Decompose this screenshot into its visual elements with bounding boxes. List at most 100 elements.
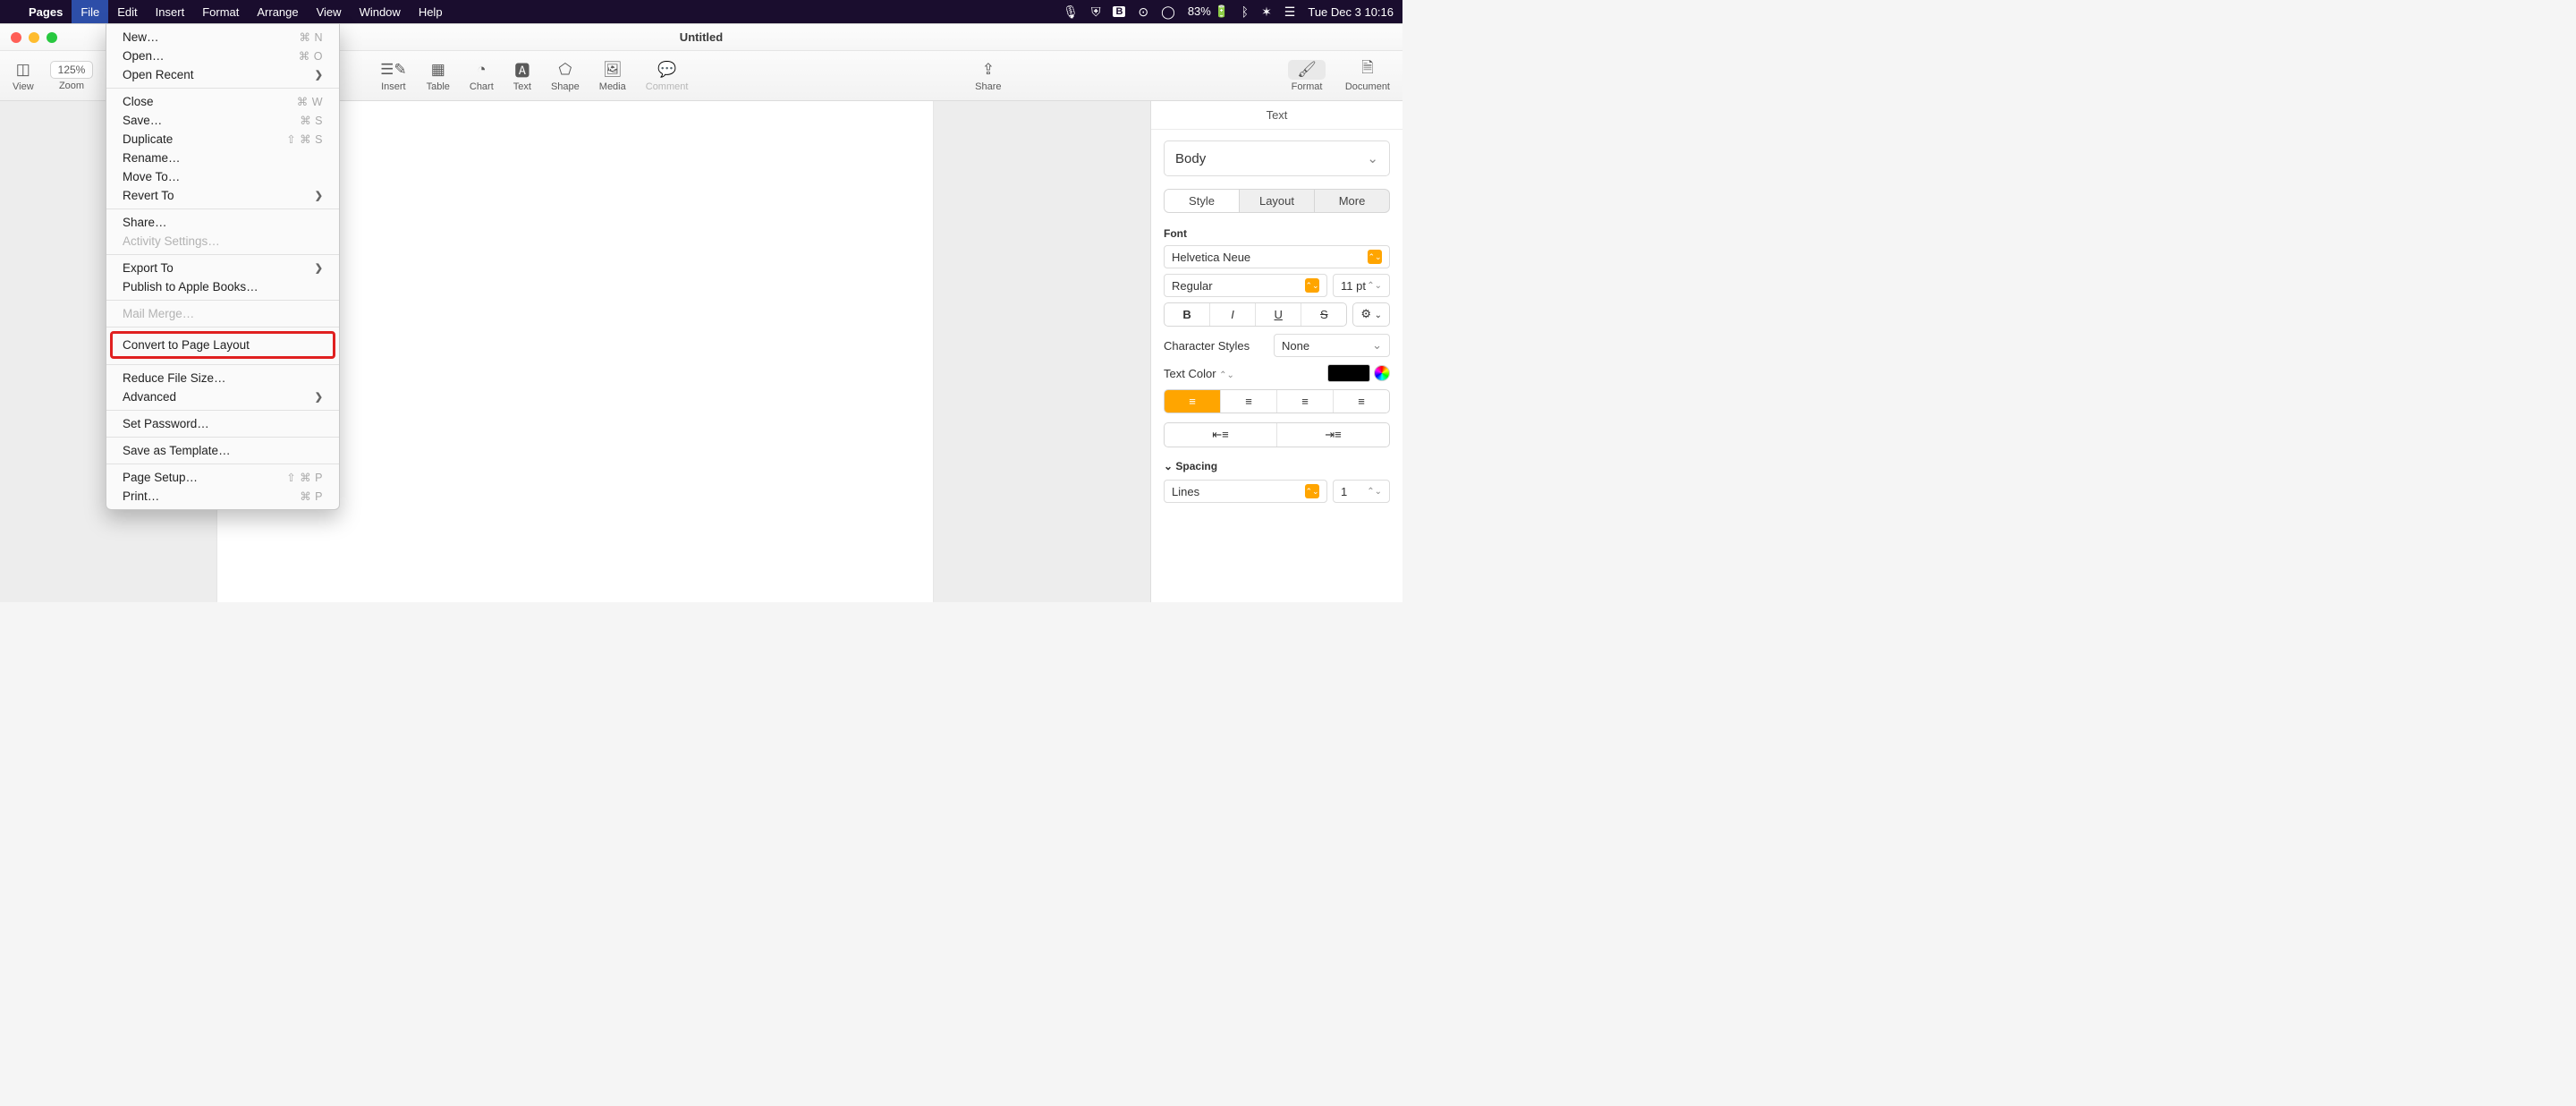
menu-item-set-password[interactable]: Set Password… — [106, 414, 339, 433]
menu-separator — [106, 300, 339, 301]
circle-icon[interactable]: ◯ — [1161, 4, 1175, 20]
close-button[interactable] — [11, 32, 21, 43]
app-b-icon[interactable]: B — [1113, 6, 1125, 17]
menu-item-open[interactable]: Open…⌘ O — [106, 47, 339, 65]
menu-item-move-to[interactable]: Move To… — [106, 167, 339, 186]
menu-item-export-to[interactable]: Export To❯ — [106, 259, 339, 277]
spacing-mode-select[interactable]: Lines ⌃⌄ — [1164, 480, 1327, 503]
insert-icon: ☰✎ — [380, 60, 406, 80]
shield-icon[interactable]: ⛨ — [1091, 4, 1101, 20]
menu-item-reduce-file-size[interactable]: Reduce File Size… — [106, 369, 339, 387]
menu-item-label: New… — [123, 30, 159, 44]
app-name[interactable]: Pages — [20, 5, 72, 19]
menu-item-advanced[interactable]: Advanced❯ — [106, 387, 339, 406]
menu-view[interactable]: View — [308, 0, 351, 23]
menu-item-label: Mail Merge… — [123, 307, 194, 320]
italic-button[interactable]: I — [1210, 303, 1256, 326]
sidebar-icon: ◫ — [16, 60, 30, 80]
file-menu-dropdown: New…⌘ NOpen…⌘ OOpen Recent❯Close⌘ WSave…… — [106, 23, 340, 510]
indent-button[interactable]: ⇥≡ — [1277, 423, 1389, 447]
share-button[interactable]: ⇪Share — [975, 60, 1001, 92]
menu-item-duplicate[interactable]: Duplicate⇧ ⌘ S — [106, 130, 339, 149]
menu-edit[interactable]: Edit — [108, 0, 146, 23]
menu-item-label: Convert to Page Layout — [123, 338, 250, 352]
mic-icon[interactable]: 🎙 — [1063, 4, 1079, 20]
menu-item-open-recent[interactable]: Open Recent ❯ — [106, 65, 339, 84]
media-button[interactable]: 🖼Media — [599, 60, 626, 92]
bluetooth-icon[interactable]: ᛒ — [1241, 4, 1249, 19]
menu-arrange[interactable]: Arrange — [248, 0, 307, 23]
tab-style[interactable]: Style — [1165, 190, 1240, 212]
menu-item-save-as-template[interactable]: Save as Template… — [106, 441, 339, 460]
menu-item-rename[interactable]: Rename… — [106, 149, 339, 167]
font-weight-select[interactable]: Regular ⌃⌄ — [1164, 274, 1327, 297]
outdent-button[interactable]: ⇤≡ — [1165, 423, 1277, 447]
menu-item-label: Move To… — [123, 170, 180, 183]
control-center-icon[interactable]: ☰ — [1284, 4, 1296, 20]
minimize-button[interactable] — [29, 32, 39, 43]
submenu-arrow-icon: ❯ — [315, 69, 323, 81]
zoom-value[interactable]: 125% — [50, 61, 94, 79]
menu-item-share[interactable]: Share… — [106, 213, 339, 232]
system-menubar: Pages File Edit Insert Format Arrange Vi… — [0, 0, 1402, 23]
font-family-select[interactable]: Helvetica Neue ⌃⌄ — [1164, 245, 1390, 268]
menu-window[interactable]: Window — [351, 0, 410, 23]
table-button[interactable]: ▦Table — [427, 60, 450, 92]
menu-item-print[interactable]: Print…⌘ P — [106, 487, 339, 506]
stepper-icon: ⌃⌄ — [1219, 370, 1234, 380]
menu-insert[interactable]: Insert — [147, 0, 194, 23]
align-left-button[interactable]: ≡ — [1165, 390, 1221, 413]
paragraph-style-select[interactable]: Body ⌄ — [1164, 140, 1390, 176]
menu-item-revert-to[interactable]: Revert To❯ — [106, 186, 339, 205]
character-styles-select[interactable]: None ⌄ — [1274, 334, 1390, 357]
table-icon: ▦ — [431, 60, 445, 80]
clock[interactable]: Tue Dec 3 10:16 — [1308, 5, 1394, 19]
strikethrough-button[interactable]: S — [1301, 303, 1346, 326]
spacing-value-field[interactable]: 1 ⌃⌄ — [1333, 480, 1390, 503]
menu-item-label: Rename… — [123, 151, 181, 165]
inspector-tabs: Style Layout More — [1164, 189, 1390, 213]
menu-item-new[interactable]: New…⌘ N — [106, 28, 339, 47]
spacing-disclosure[interactable]: ⌄ Spacing — [1164, 460, 1390, 472]
font-options-button[interactable]: ⚙︎ ⌄ — [1352, 302, 1390, 327]
align-center-button[interactable]: ≡ — [1221, 390, 1277, 413]
comment-button[interactable]: 💬Comment — [646, 60, 689, 92]
text-color-swatch[interactable] — [1327, 364, 1370, 382]
color-picker-button[interactable] — [1374, 365, 1390, 381]
format-inspector-button[interactable]: 🖌Format — [1288, 60, 1326, 92]
view-button[interactable]: ◫ View — [13, 60, 34, 92]
zoom-control[interactable]: 125% Zoom — [50, 61, 94, 91]
media-icon: 🖼 — [603, 60, 623, 80]
chart-button[interactable]: ◔Chart — [470, 60, 494, 92]
bold-button[interactable]: B — [1165, 303, 1210, 326]
wifi-icon[interactable]: ✶ — [1261, 4, 1272, 20]
underline-button[interactable]: U — [1256, 303, 1301, 326]
align-right-button[interactable]: ≡ — [1277, 390, 1334, 413]
menu-item-convert-to-page-layout[interactable]: Convert to Page Layout — [112, 333, 334, 357]
submenu-arrow-icon: ❯ — [315, 262, 323, 274]
menu-item-close[interactable]: Close⌘ W — [106, 92, 339, 111]
menu-format[interactable]: Format — [193, 0, 248, 23]
insert-button[interactable]: ☰✎Insert — [380, 60, 406, 92]
menu-item-page-setup[interactable]: Page Setup…⇧ ⌘ P — [106, 468, 339, 487]
battery-status[interactable]: 83% 🔋 — [1188, 4, 1229, 19]
share-icon: ⇪ — [982, 60, 995, 80]
font-section-label: Font — [1164, 227, 1390, 240]
align-justify-button[interactable]: ≡ — [1334, 390, 1389, 413]
menu-item-label: Open Recent — [123, 68, 194, 81]
tab-layout[interactable]: Layout — [1240, 190, 1315, 212]
menu-item-label: Save… — [123, 114, 162, 127]
menu-file[interactable]: File — [72, 0, 108, 23]
maximize-button[interactable] — [47, 32, 57, 43]
font-size-field[interactable]: 11 pt ⌃⌄ — [1333, 274, 1390, 297]
shape-icon: ⬠ — [558, 60, 572, 80]
text-button[interactable]: 🅰Text — [513, 60, 531, 92]
menu-item-save[interactable]: Save…⌘ S — [106, 111, 339, 130]
shape-button[interactable]: ⬠Shape — [551, 60, 580, 92]
tab-more[interactable]: More — [1315, 190, 1389, 212]
play-icon[interactable]: ⊙ — [1138, 4, 1148, 20]
document-inspector-button[interactable]: 🗎Document — [1345, 60, 1390, 92]
menu-item-label: Open… — [123, 49, 165, 63]
menu-item-publish-to-apple-books[interactable]: Publish to Apple Books… — [106, 277, 339, 296]
menu-help[interactable]: Help — [410, 0, 452, 23]
